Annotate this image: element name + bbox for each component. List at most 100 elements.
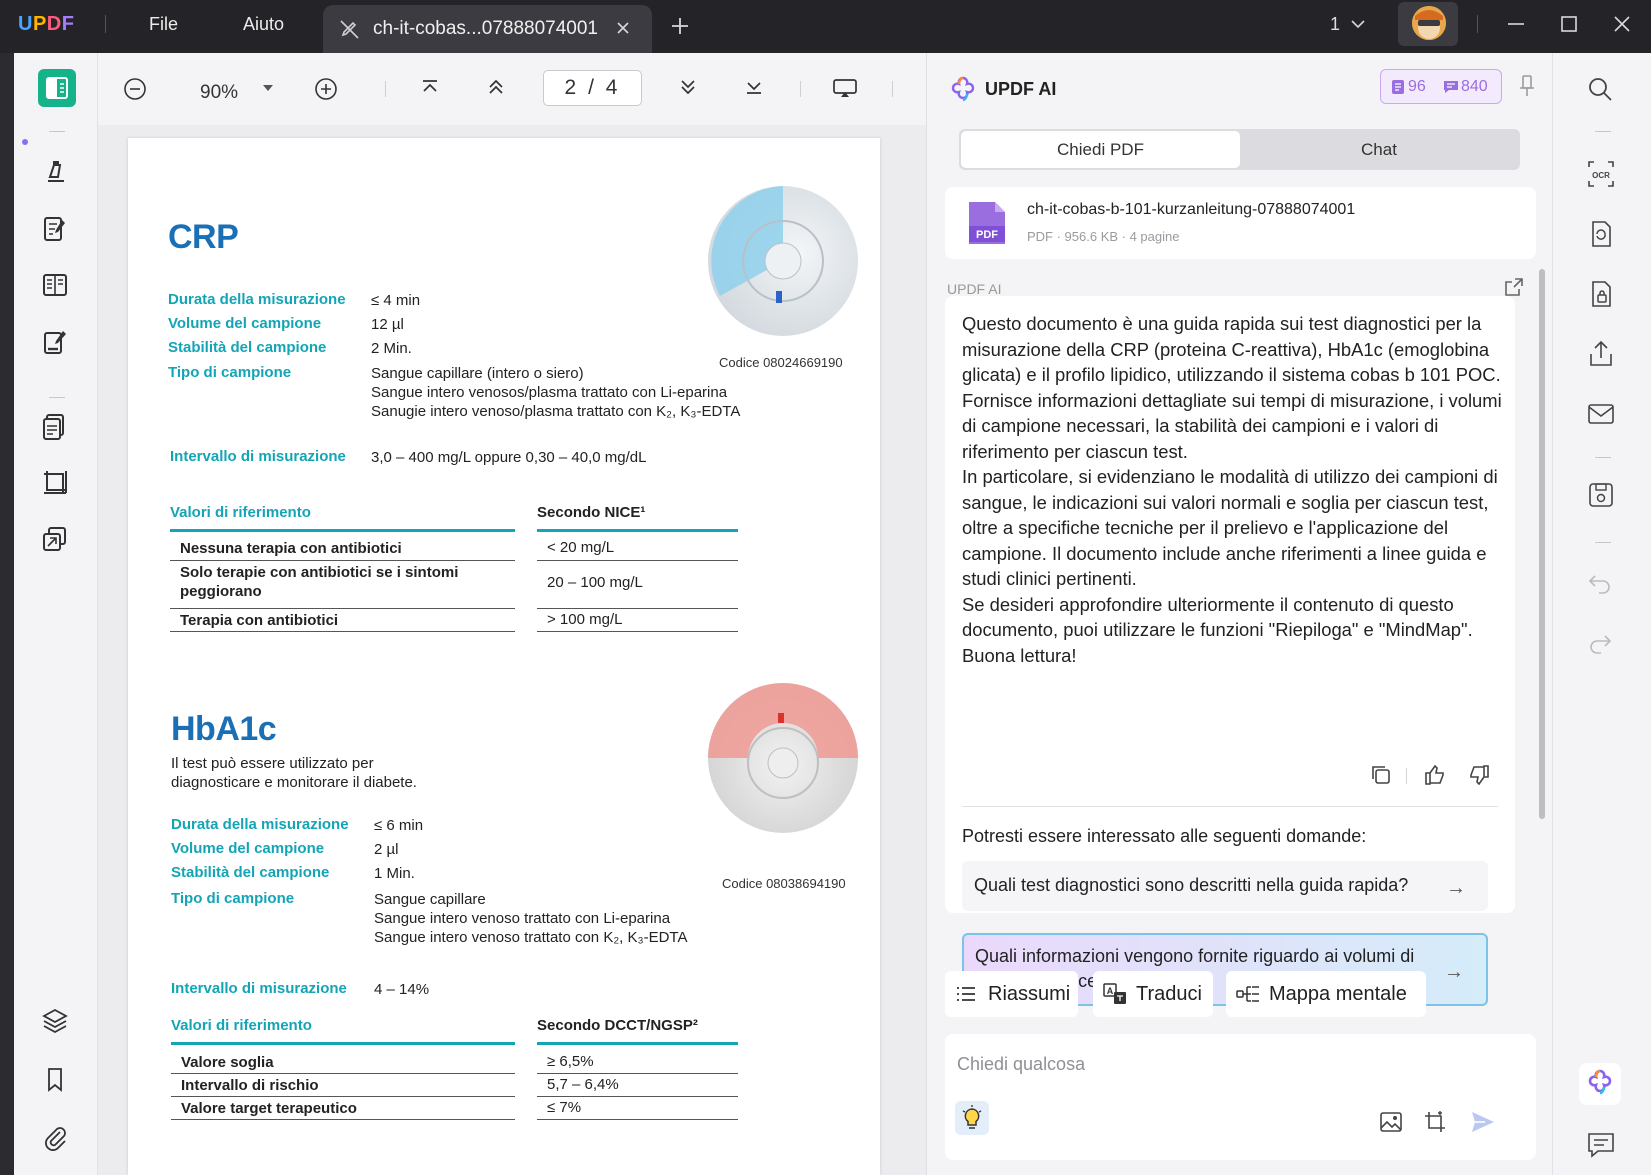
- close-tab-icon[interactable]: [615, 20, 631, 36]
- thumbs-down-icon[interactable]: [1467, 763, 1491, 787]
- table-rule: [537, 560, 738, 561]
- zoom-level[interactable]: 90%: [200, 82, 238, 104]
- maximize-icon[interactable]: [1559, 14, 1579, 34]
- reference-header: Valori di riferimento: [170, 504, 311, 521]
- protect-icon[interactable]: [1586, 279, 1616, 309]
- svg-text:OCR: OCR: [1592, 171, 1610, 180]
- field-value: 12 µl: [371, 316, 404, 333]
- reader-mode-button[interactable]: [38, 69, 76, 107]
- layers-icon[interactable]: [36, 1001, 74, 1039]
- divider: [385, 81, 386, 97]
- attachment-icon[interactable]: [36, 1119, 74, 1157]
- share-icon[interactable]: [1586, 339, 1616, 369]
- table-row-label: Intervallo di rischio: [181, 1077, 319, 1094]
- window-count[interactable]: 1: [1330, 14, 1340, 35]
- zoom-in-icon[interactable]: [314, 77, 338, 101]
- avatar[interactable]: [1398, 2, 1458, 46]
- divider: [1477, 15, 1478, 33]
- tab-title: ch-it-cobas...07888074001: [373, 18, 598, 39]
- summarize-button[interactable]: Riassumi: [945, 971, 1078, 1017]
- image-icon[interactable]: [1379, 1111, 1403, 1133]
- redo-icon[interactable]: [1586, 631, 1614, 655]
- edit-pdf-icon[interactable]: [36, 210, 74, 248]
- zoom-dropdown-icon[interactable]: [262, 83, 274, 93]
- hba1c-disc-image: [708, 683, 858, 833]
- table-row-value: ≥ 6,5%: [547, 1053, 594, 1070]
- highlighter-icon[interactable]: [36, 153, 74, 191]
- ai-response-bubble: Questo documento è una guida rapida sui …: [945, 296, 1515, 913]
- crop-pages-icon[interactable]: [36, 463, 74, 501]
- convert-icon[interactable]: [1586, 219, 1616, 249]
- bookmark-icon[interactable]: [36, 1060, 74, 1098]
- table-rule: [537, 1073, 738, 1074]
- suggestion-text: Quali test diagnostici sono descritti ne…: [974, 875, 1409, 895]
- answer-paragraph: Questo documento è una guida rapida sui …: [962, 313, 1502, 462]
- title-bar: UPDF File Aiuto ch-it-cobas...0788807400…: [0, 0, 1651, 53]
- close-window-icon[interactable]: [1612, 14, 1632, 34]
- updf-ai-logo-icon: [949, 75, 977, 103]
- open-external-icon[interactable]: [1504, 277, 1524, 297]
- viewer-toolbar: 90% 2 / 4: [98, 53, 926, 125]
- first-page-icon[interactable]: [420, 77, 440, 97]
- mind-map-button[interactable]: Mappa mentale: [1226, 971, 1426, 1017]
- scrollbar[interactable]: [1539, 269, 1545, 819]
- chip-label: Mappa mentale: [1269, 983, 1407, 1005]
- table-rule: [170, 608, 515, 609]
- divider: [1595, 457, 1611, 458]
- comment-icon[interactable]: [1586, 1131, 1616, 1159]
- translate-button[interactable]: A Traduci: [1093, 971, 1213, 1017]
- list-icon: [955, 983, 977, 1005]
- updf-ai-button[interactable]: [1579, 1063, 1621, 1105]
- previous-page-icon[interactable]: [486, 77, 506, 97]
- undo-icon[interactable]: [1586, 571, 1614, 595]
- document-tab[interactable]: ch-it-cobas...07888074001: [323, 5, 652, 53]
- table-row-label: Solo terapie con antibiotici se i sintom…: [180, 564, 459, 600]
- svg-text:A: A: [1107, 986, 1114, 996]
- prompt-ideas-button[interactable]: [955, 1101, 989, 1135]
- suggestion-item[interactable]: Quali test diagnostici sono descritti ne…: [962, 861, 1488, 911]
- thumbs-up-icon[interactable]: [1423, 763, 1447, 787]
- crp-code: Codice 08024669190: [719, 355, 843, 370]
- document-credit-icon: [1391, 79, 1405, 95]
- file-card[interactable]: PDF ch-it-cobas-b-101-kurzanleitung-0788…: [945, 187, 1536, 259]
- table-row-value: < 20 mg/L: [547, 539, 615, 556]
- ai-question-input[interactable]: Chiedi qualcosa: [945, 1034, 1536, 1160]
- table-row-value: > 100 mg/L: [547, 611, 623, 628]
- table-row-label: Nessuna terapia con antibiotici: [180, 540, 402, 557]
- fill-sign-icon[interactable]: [36, 323, 74, 361]
- table-rule: [537, 1042, 738, 1045]
- compress-icon[interactable]: [36, 520, 74, 558]
- page-number-input[interactable]: 2 / 4: [543, 70, 642, 106]
- table-rule: [537, 529, 738, 532]
- search-icon[interactable]: [1586, 75, 1614, 103]
- organize-pages-icon[interactable]: [36, 266, 74, 304]
- last-page-icon[interactable]: [744, 77, 764, 97]
- chevron-down-icon[interactable]: [1350, 17, 1366, 31]
- next-page-icon[interactable]: [678, 77, 698, 97]
- credits-badge[interactable]: 96 840: [1380, 69, 1502, 104]
- save-icon[interactable]: [1586, 480, 1616, 510]
- table-rule: [537, 631, 738, 632]
- table-rule: [537, 1119, 738, 1120]
- field-value: ≤ 6 min: [374, 817, 424, 834]
- new-tab-icon[interactable]: [670, 16, 690, 36]
- tab-chat[interactable]: Chat: [1240, 131, 1518, 168]
- pin-icon[interactable]: [1518, 73, 1536, 99]
- table-row-value: ≤ 7%: [547, 1099, 582, 1116]
- screenshot-crop-icon[interactable]: [1423, 1110, 1447, 1134]
- email-icon[interactable]: [1586, 399, 1616, 429]
- minimize-icon[interactable]: [1506, 14, 1526, 34]
- table-rule: [170, 529, 515, 532]
- menu-file[interactable]: File: [149, 14, 178, 35]
- field-label: Tipo di campione: [168, 364, 292, 381]
- menu-help[interactable]: Aiuto: [243, 14, 284, 35]
- tab-ask-pdf[interactable]: Chiedi PDF: [961, 131, 1240, 168]
- send-icon[interactable]: [1470, 1110, 1496, 1134]
- zoom-out-icon[interactable]: [123, 77, 147, 101]
- field-label: Durata della misurazione: [171, 816, 349, 833]
- presentation-icon[interactable]: [832, 77, 858, 99]
- convert-pages-icon[interactable]: [36, 408, 74, 446]
- divider: [49, 397, 65, 398]
- copy-icon[interactable]: [1370, 764, 1392, 786]
- ocr-icon[interactable]: OCR: [1586, 159, 1616, 189]
